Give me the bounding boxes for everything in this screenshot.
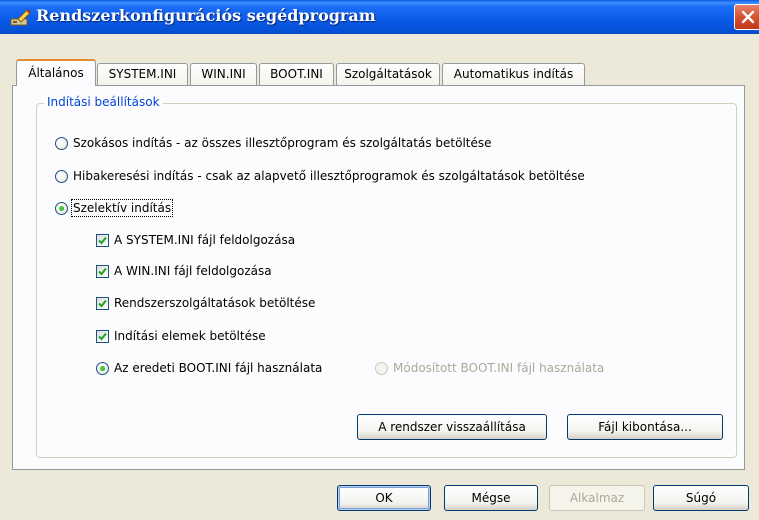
help-button[interactable]: Súgó [653, 485, 749, 511]
checkbox-label: A SYSTEM.INI fájl feldolgozása [114, 233, 296, 247]
radio-button[interactable] [55, 169, 68, 183]
radio-button[interactable] [96, 361, 109, 375]
checkbox-load-system-services[interactable]: Rendszerszolgáltatások betöltése [96, 296, 315, 310]
system-restore-button[interactable]: A rendszer visszaállítása [357, 414, 547, 440]
tab-automatikus-inditas[interactable]: Automatikus indítás [442, 63, 585, 85]
close-icon [741, 10, 755, 24]
checkmark-icon [98, 236, 107, 244]
radio-selective-startup[interactable]: Szelektív indítás [55, 199, 174, 217]
radio-original-boot-ini[interactable]: Az eredeti BOOT.INI fájl használata [96, 361, 322, 375]
radio-label: Módosított BOOT.INI fájl használata [393, 361, 605, 375]
checkbox-load-startup-items[interactable]: Indítási elemek betöltése [96, 329, 266, 343]
tab-altalanos[interactable]: Általános [16, 59, 96, 86]
extract-file-button[interactable]: Fájl kibontása... [567, 414, 723, 440]
radio-modified-boot-ini: Módosított BOOT.INI fájl használata [375, 361, 604, 375]
checkmark-icon [98, 267, 107, 275]
window-title: Rendszerkonfigurációs segédprogram [36, 6, 376, 25]
startup-options-label: Indítási beállítások [44, 95, 163, 109]
tab-system-ini[interactable]: SYSTEM.INI [97, 63, 188, 85]
tab-szolgaltatasok[interactable]: Szolgáltatások [336, 63, 440, 85]
title-bar[interactable]: Rendszerkonfigurációs segédprogram [0, 0, 759, 34]
radio-normal-startup[interactable]: Szokásos indítás - az összes illesztőpro… [55, 136, 492, 150]
radio-label: Az eredeti BOOT.INI fájl használata [114, 361, 323, 375]
radio-button[interactable] [55, 201, 68, 215]
radio-button[interactable] [55, 136, 68, 150]
startup-options-group [36, 103, 737, 458]
checkbox[interactable] [96, 329, 109, 343]
checkbox-label: Indítási elemek betöltése [114, 329, 266, 343]
apply-button: Alkalmaz [549, 485, 645, 511]
radio-button [375, 361, 388, 375]
checkbox-label: A WIN.INI fájl feldolgozása [114, 264, 272, 278]
checkbox[interactable] [96, 233, 109, 247]
checkbox-process-win-ini[interactable]: A WIN.INI fájl feldolgozása [96, 264, 272, 278]
tab-win-ini[interactable]: WIN.INI [190, 63, 257, 85]
radio-diagnostic-startup[interactable]: Hibakeresési indítás - csak az alapvető … [55, 169, 585, 183]
radio-label: Hibakeresési indítás - csak az alapvető … [73, 169, 585, 183]
system-config-icon [10, 9, 32, 27]
checkmark-icon [98, 332, 107, 340]
ok-button[interactable]: OK [337, 485, 431, 511]
checkbox-label: Rendszerszolgáltatások betöltése [114, 296, 316, 310]
tab-boot-ini[interactable]: BOOT.INI [259, 63, 334, 85]
radio-label: Szelektív indítás [70, 199, 174, 217]
close-button[interactable] [734, 4, 759, 30]
checkbox[interactable] [96, 296, 109, 310]
checkbox[interactable] [96, 264, 109, 278]
cancel-button[interactable]: Mégse [444, 485, 538, 511]
radio-label: Szokásos indítás - az összes illesztőpro… [73, 136, 492, 150]
checkbox-process-system-ini[interactable]: A SYSTEM.INI fájl feldolgozása [96, 233, 295, 247]
checkmark-icon [98, 299, 107, 307]
